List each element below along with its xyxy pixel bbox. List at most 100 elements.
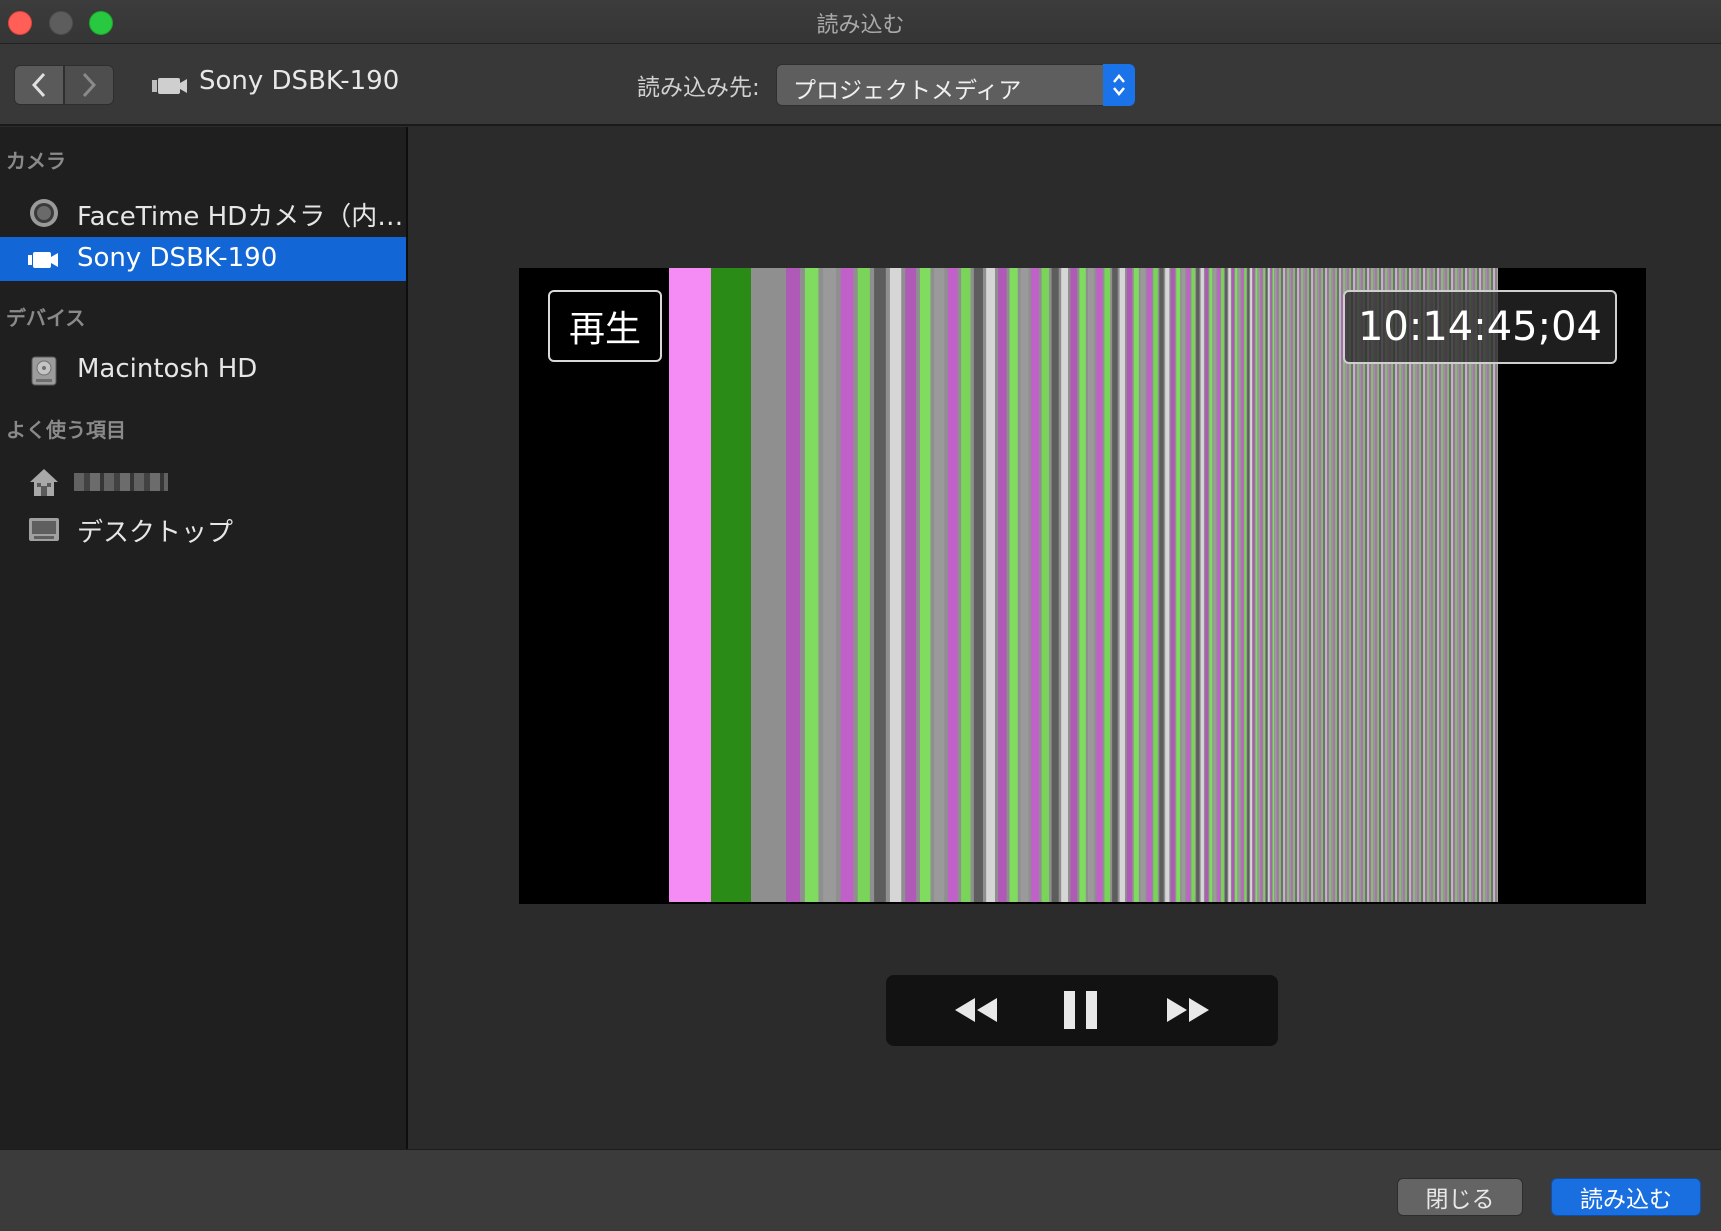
- timecode-display: 10:14:45;04: [1343, 290, 1617, 364]
- color-bar-stripe: [1319, 268, 1321, 902]
- video-preview: 再生 10:14:45;04: [519, 268, 1646, 904]
- color-bar-stripe: [1309, 268, 1311, 902]
- pause-icon: [1064, 991, 1097, 1029]
- back-button[interactable]: [14, 65, 64, 105]
- color-bar-stripe: [1153, 268, 1158, 902]
- color-bar-stripe: [1213, 268, 1217, 902]
- color-bar-stripe: [1252, 268, 1255, 902]
- forward-button[interactable]: [64, 65, 114, 105]
- color-bar-stripe: [1329, 268, 1331, 902]
- sidebar-item-macintosh-hd[interactable]: Macintosh HD: [0, 348, 406, 392]
- camcorder-icon: [152, 78, 187, 94]
- chevron-right-icon: [82, 72, 97, 98]
- color-bar-stripe: [1315, 268, 1317, 902]
- import-button[interactable]: 読み込む: [1551, 1178, 1701, 1216]
- rewind-button[interactable]: [946, 989, 1006, 1031]
- color-bar-stripe: [1112, 268, 1118, 902]
- color-bar-stripe: [961, 268, 971, 902]
- color-bar-stripe: [986, 268, 995, 902]
- color-bar-stripe: [669, 268, 711, 902]
- desktop-folder-icon: [29, 518, 59, 541]
- color-bar-stripe: [1279, 268, 1281, 902]
- sidebar-item-facetime-camera[interactable]: FaceTime HDカメラ（内…: [0, 190, 406, 234]
- sidebar-item-label: FaceTime HDカメラ（内…: [77, 202, 404, 232]
- color-bar-stripe: [1217, 268, 1221, 902]
- color-bar-stripe: [1289, 268, 1291, 902]
- color-bar-stripe: [1255, 268, 1258, 902]
- color-bar-stripe: [1341, 268, 1343, 902]
- title-bar: 読み込む: [0, 0, 1721, 44]
- color-bar-stripe: [1181, 268, 1186, 902]
- close-button[interactable]: 閉じる: [1397, 1178, 1523, 1216]
- color-bar-stripe: [1051, 268, 1059, 902]
- color-bar-stripe: [934, 268, 945, 902]
- color-bar-stripe: [1061, 268, 1069, 902]
- color-bar-stripe: [1228, 268, 1231, 902]
- color-bar-stripe: [998, 268, 1007, 902]
- color-bar-stripe: [1303, 268, 1305, 902]
- sidebar-item-sony-dsbk-190[interactable]: Sony DSBK-190: [0, 237, 406, 281]
- section-heading-devices: デバイス: [6, 306, 86, 330]
- color-bar-stripe: [1327, 268, 1329, 902]
- source-sidebar: カメラ FaceTime HDカメラ（内… Sony DSBK-190 デバイス…: [0, 127, 408, 1149]
- footer-bar: 閉じる 読み込む: [0, 1149, 1721, 1231]
- color-bar-stripe: [1241, 268, 1244, 902]
- color-bar-stripe: [1170, 268, 1175, 902]
- color-bar-stripe: [1235, 268, 1238, 902]
- color-bar-stripe: [1291, 268, 1293, 902]
- color-bar-stripe: [1196, 268, 1200, 902]
- color-bar-stripe: [1191, 268, 1195, 902]
- color-bar-stripe: [1140, 268, 1146, 902]
- color-bar-stripe: [1231, 268, 1235, 902]
- color-bar-stripe: [823, 268, 837, 902]
- color-bar-stripe: [1176, 268, 1181, 902]
- popup-stepper: [1103, 64, 1135, 106]
- section-heading-favorites: よく使う項目: [6, 418, 126, 442]
- toolbar: Sony DSBK-190 読み込み先: プロジェクトメディア: [0, 44, 1721, 126]
- color-bar-stripe: [1305, 268, 1307, 902]
- chevron-left-icon: [31, 72, 46, 98]
- color-bar-stripe: [1337, 268, 1339, 902]
- color-bar-stripe: [1263, 268, 1265, 902]
- color-bar-stripe: [1297, 268, 1299, 902]
- color-bar-stripe: [1270, 268, 1272, 902]
- color-bar-stripe: [947, 268, 958, 902]
- color-bar-stripe: [1321, 268, 1323, 902]
- color-bar-stripe: [1159, 268, 1164, 902]
- color-bar-stripe: [840, 268, 854, 902]
- color-bar-stripe: [1224, 268, 1228, 902]
- color-bar-stripe: [1200, 268, 1204, 902]
- color-bar-stripe: [1133, 268, 1139, 902]
- toolbar-device-name: Sony DSBK-190: [199, 66, 400, 96]
- color-bar-stripe: [874, 268, 886, 902]
- color-bar-stripe: [1096, 268, 1103, 902]
- color-bar-stripe: [1333, 268, 1335, 902]
- color-bar-stripe: [1307, 268, 1309, 902]
- import-destination-popup[interactable]: プロジェクトメディア: [776, 64, 1135, 106]
- color-bar-stripe: [1070, 268, 1078, 902]
- color-bar-stripe: [1281, 268, 1283, 902]
- sidebar-item-home[interactable]: [0, 459, 406, 503]
- hard-drive-icon: [31, 356, 57, 386]
- color-bar-stripe: [1323, 268, 1325, 902]
- import-destination-label: 読み込み先:: [637, 75, 760, 101]
- color-bar-stripe: [1287, 268, 1289, 902]
- color-bar-stripe: [1339, 268, 1341, 902]
- color-bar-stripe: [1031, 268, 1039, 902]
- color-bar-stripe: [1272, 268, 1275, 902]
- color-bar-stripe: [973, 268, 983, 902]
- color-bar-stripe: [1209, 268, 1213, 902]
- home-icon: [30, 469, 58, 496]
- sidebar-item-label: デスクトップ: [77, 518, 234, 548]
- fast-forward-button[interactable]: [1158, 989, 1218, 1031]
- color-bar-stripe: [857, 268, 870, 902]
- color-bar-stripe: [1079, 268, 1086, 902]
- pause-button[interactable]: [1051, 989, 1111, 1031]
- sidebar-item-desktop[interactable]: デスクトップ: [0, 506, 406, 550]
- playback-status-label: 再生: [548, 290, 662, 362]
- redacted-user-name: [74, 473, 168, 491]
- transport-controls: [886, 975, 1278, 1046]
- color-bar-stripe: [1265, 268, 1268, 902]
- color-bar-stripe: [1147, 268, 1152, 902]
- color-bar-stripe: [905, 268, 917, 902]
